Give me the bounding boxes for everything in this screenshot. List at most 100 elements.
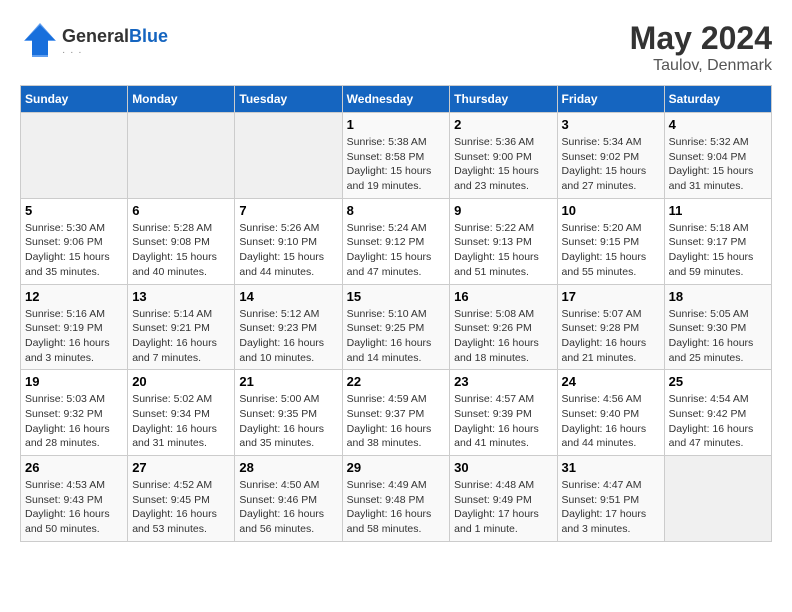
- calendar-cell: 15Sunrise: 5:10 AMSunset: 9:25 PMDayligh…: [342, 284, 450, 370]
- calendar-cell: 26 Sunrise: 4:53 AMSunset: 9:43 PMDayligh…: [21, 456, 128, 542]
- calendar-cell: 12 Sunrise: 5:16 AMSunset: 9:19 PMDayligh…: [21, 284, 128, 370]
- page-header: GeneralBlue · · · May 2024 Taulov, Denma…: [20, 20, 772, 75]
- logo-blue: Blue: [129, 26, 168, 46]
- day-info: Sunrise: 5:34 AMSunset: 9:02 PMDaylight:…: [562, 135, 660, 194]
- day-info: Sunrise: 5:30 AMSunset: 9:06 PMDaylight:…: [25, 221, 123, 280]
- weekday-header: Thursday: [450, 86, 557, 113]
- calendar-cell: 29Sunrise: 4:49 AMSunset: 9:48 PMDayligh…: [342, 456, 450, 542]
- day-number: 21: [239, 374, 337, 389]
- day-number: 30: [454, 460, 552, 475]
- calendar-cell: 5 Sunrise: 5:30 AMSunset: 9:06 PMDaylight…: [21, 198, 128, 284]
- month-year-title: May 2024: [630, 20, 772, 57]
- calendar-cell: 11Sunrise: 5:18 AMSunset: 9:17 PMDayligh…: [664, 198, 771, 284]
- day-info: Sunrise: 5:08 AMSunset: 9:26 PMDaylight:…: [454, 307, 552, 366]
- day-info: Sunrise: 5:28 AMSunset: 9:08 PMDaylight:…: [132, 221, 230, 280]
- day-number: 18: [669, 289, 767, 304]
- logo: GeneralBlue · · ·: [20, 20, 168, 65]
- calendar-cell: 21 Sunrise: 5:00 AMSunset: 9:35 PMDayligh…: [235, 370, 342, 456]
- day-number: 11: [669, 203, 767, 218]
- day-number: 6: [132, 203, 230, 218]
- day-info: Sunrise: 4:53 AMSunset: 9:43 PMDaylight:…: [25, 478, 123, 537]
- day-number: 27: [132, 460, 230, 475]
- weekday-header: Wednesday: [342, 86, 450, 113]
- calendar-cell: 13 Sunrise: 5:14 AMSunset: 9:21 PMDayligh…: [128, 284, 235, 370]
- day-number: 25: [669, 374, 767, 389]
- day-info: Sunrise: 4:47 AMSunset: 9:51 PMDaylight:…: [562, 478, 660, 537]
- logo-icon: [20, 20, 60, 60]
- day-number: 7: [239, 203, 337, 218]
- calendar-cell: 10Sunrise: 5:20 AMSunset: 9:15 PMDayligh…: [557, 198, 664, 284]
- day-number: 10: [562, 203, 660, 218]
- day-info: Sunrise: 4:59 AMSunset: 9:37 PMDaylight:…: [347, 392, 446, 451]
- day-info: Sunrise: 5:00 AMSunset: 9:35 PMDaylight:…: [239, 392, 337, 451]
- day-number: 13: [132, 289, 230, 304]
- weekday-header: Tuesday: [235, 86, 342, 113]
- title-block: May 2024 Taulov, Denmark: [630, 20, 772, 75]
- day-number: 20: [132, 374, 230, 389]
- day-number: 16: [454, 289, 552, 304]
- calendar-cell: 31 Sunrise: 4:47 AMSunset: 9:51 PMDayligh…: [557, 456, 664, 542]
- day-info: Sunrise: 5:05 AMSunset: 9:30 PMDaylight:…: [669, 307, 767, 366]
- day-number: 24: [562, 374, 660, 389]
- day-number: 19: [25, 374, 123, 389]
- day-number: 1: [347, 117, 446, 132]
- calendar-cell: 6 Sunrise: 5:28 AMSunset: 9:08 PMDaylight…: [128, 198, 235, 284]
- day-info: Sunrise: 5:03 AMSunset: 9:32 PMDaylight:…: [25, 392, 123, 451]
- day-info: Sunrise: 5:36 AMSunset: 9:00 PMDaylight:…: [454, 135, 552, 194]
- logo-general: General: [62, 26, 129, 46]
- weekday-header: Saturday: [664, 86, 771, 113]
- day-number: 17: [562, 289, 660, 304]
- calendar-cell: 20 Sunrise: 5:02 AMSunset: 9:34 PMDayligh…: [128, 370, 235, 456]
- day-info: Sunrise: 5:26 AMSunset: 9:10 PMDaylight:…: [239, 221, 337, 280]
- calendar-cell: 8 Sunrise: 5:24 AMSunset: 9:12 PMDaylight…: [342, 198, 450, 284]
- day-number: 23: [454, 374, 552, 389]
- calendar-cell: 2 Sunrise: 5:36 AMSunset: 9:00 PMDaylight…: [450, 113, 557, 199]
- calendar-cell: 18 Sunrise: 5:05 AMSunset: 9:30 PMDayligh…: [664, 284, 771, 370]
- day-info: Sunrise: 5:07 AMSunset: 9:28 PMDaylight:…: [562, 307, 660, 366]
- day-number: 22: [347, 374, 446, 389]
- day-number: 28: [239, 460, 337, 475]
- day-number: 4: [669, 117, 767, 132]
- day-info: Sunrise: 5:12 AMSunset: 9:23 PMDaylight:…: [239, 307, 337, 366]
- calendar-cell: 17 Sunrise: 5:07 AMSunset: 9:28 PMDayligh…: [557, 284, 664, 370]
- day-info: Sunrise: 5:16 AMSunset: 9:19 PMDaylight:…: [25, 307, 123, 366]
- calendar-cell: [21, 113, 128, 199]
- calendar-cell: [664, 456, 771, 542]
- calendar-header-row: SundayMondayTuesdayWednesdayThursdayFrid…: [21, 86, 772, 113]
- calendar-cell: 27Sunrise: 4:52 AMSunset: 9:45 PMDayligh…: [128, 456, 235, 542]
- day-number: 14: [239, 289, 337, 304]
- calendar-cell: 4 Sunrise: 5:32 AMSunset: 9:04 PMDaylight…: [664, 113, 771, 199]
- calendar-week-row: 26 Sunrise: 4:53 AMSunset: 9:43 PMDayligh…: [21, 456, 772, 542]
- day-number: 26: [25, 460, 123, 475]
- day-info: Sunrise: 4:54 AMSunset: 9:42 PMDaylight:…: [669, 392, 767, 451]
- weekday-header: Friday: [557, 86, 664, 113]
- day-number: 8: [347, 203, 446, 218]
- calendar-cell: 14 Sunrise: 5:12 AMSunset: 9:23 PMDayligh…: [235, 284, 342, 370]
- calendar-cell: [235, 113, 342, 199]
- day-number: 12: [25, 289, 123, 304]
- day-number: 31: [562, 460, 660, 475]
- day-info: Sunrise: 5:10 AMSunset: 9:25 PMDaylight:…: [347, 307, 446, 366]
- calendar-cell: 23Sunrise: 4:57 AMSunset: 9:39 PMDayligh…: [450, 370, 557, 456]
- day-number: 5: [25, 203, 123, 218]
- location-subtitle: Taulov, Denmark: [630, 57, 772, 75]
- calendar-table: SundayMondayTuesdayWednesdayThursdayFrid…: [20, 85, 772, 542]
- day-info: Sunrise: 4:50 AMSunset: 9:46 PMDaylight:…: [239, 478, 337, 537]
- day-info: Sunrise: 5:22 AMSunset: 9:13 PMDaylight:…: [454, 221, 552, 280]
- day-info: Sunrise: 5:14 AMSunset: 9:21 PMDaylight:…: [132, 307, 230, 366]
- calendar-cell: 9 Sunrise: 5:22 AMSunset: 9:13 PMDaylight…: [450, 198, 557, 284]
- day-number: 9: [454, 203, 552, 218]
- calendar-cell: 1Sunrise: 5:38 AMSunset: 8:58 PMDaylight…: [342, 113, 450, 199]
- day-info: Sunrise: 5:02 AMSunset: 9:34 PMDaylight:…: [132, 392, 230, 451]
- calendar-week-row: 1Sunrise: 5:38 AMSunset: 8:58 PMDaylight…: [21, 113, 772, 199]
- day-info: Sunrise: 5:24 AMSunset: 9:12 PMDaylight:…: [347, 221, 446, 280]
- calendar-cell: 16 Sunrise: 5:08 AMSunset: 9:26 PMDayligh…: [450, 284, 557, 370]
- day-info: Sunrise: 4:49 AMSunset: 9:48 PMDaylight:…: [347, 478, 446, 537]
- day-number: 2: [454, 117, 552, 132]
- calendar-cell: 24Sunrise: 4:56 AMSunset: 9:40 PMDayligh…: [557, 370, 664, 456]
- calendar-week-row: 19 Sunrise: 5:03 AMSunset: 9:32 PMDayligh…: [21, 370, 772, 456]
- logo-tagline: · · ·: [62, 47, 168, 58]
- day-info: Sunrise: 4:48 AMSunset: 9:49 PMDaylight:…: [454, 478, 552, 537]
- calendar-cell: 7 Sunrise: 5:26 AMSunset: 9:10 PMDaylight…: [235, 198, 342, 284]
- day-info: Sunrise: 5:32 AMSunset: 9:04 PMDaylight:…: [669, 135, 767, 194]
